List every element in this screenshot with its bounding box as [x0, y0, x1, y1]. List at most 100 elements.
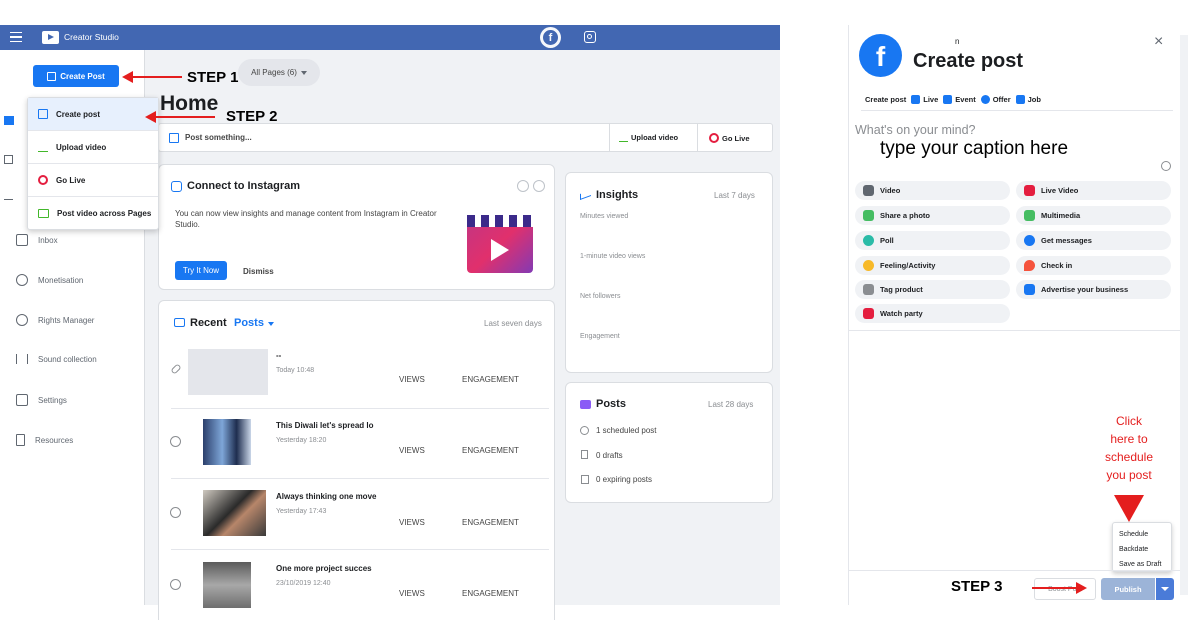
composer-input[interactable]: Post something...	[185, 133, 252, 142]
next-arrow-icon[interactable]	[533, 180, 545, 192]
option-tag-product[interactable]: Tag product	[855, 280, 1010, 299]
close-icon[interactable]: ×	[1154, 33, 1163, 51]
post-text-input[interactable]: What's on your mind?	[855, 123, 976, 137]
tab-create-post[interactable]: Create post	[865, 95, 906, 104]
video-clapper-illustration	[467, 215, 533, 273]
menu-item-crosspost[interactable]: Post video across Pages	[28, 197, 158, 230]
option-get-messages[interactable]: Get messages	[1016, 231, 1171, 250]
sidebar-item-monetisation[interactable]: Monetisation	[16, 274, 83, 286]
upload-video-button[interactable]: Upload video	[619, 133, 678, 142]
globe-icon	[170, 579, 181, 590]
post-title: This Diwali let's spread lo	[276, 421, 374, 430]
scheduled-posts-link[interactable]: 1 scheduled post	[596, 426, 657, 435]
option-share-photo[interactable]: Share a photo	[855, 206, 1010, 225]
post-time: Yesterday 17:43	[276, 508, 327, 515]
schedule-option[interactable]: Schedule	[1119, 527, 1171, 542]
option-feeling-activity[interactable]: Feeling/Activity	[855, 256, 1010, 275]
sidebar-item-settings[interactable]: Settings	[16, 394, 67, 406]
live-icon	[709, 133, 719, 143]
option-live-video[interactable]: Live Video	[1016, 181, 1171, 200]
option-video[interactable]: Video	[855, 181, 1010, 200]
table-row[interactable]: This Diwali let's spread lo Yesterday 18…	[159, 416, 556, 476]
menu-item-create-post[interactable]: Create post	[28, 98, 158, 131]
menu-item-go-live[interactable]: Go Live	[28, 164, 158, 197]
post-title: Always thinking one move	[276, 492, 377, 501]
post-thumbnail	[188, 349, 268, 395]
facebook-tab-icon[interactable]: f	[540, 27, 561, 48]
briefcase-icon	[1015, 95, 1025, 104]
option-advertise[interactable]: Advertise your business	[1016, 280, 1171, 299]
multimedia-icon	[1024, 210, 1035, 221]
sidebar-item-label: Monetisation	[38, 275, 84, 285]
table-row[interactable]: Always thinking one move Yesterday 17:43…	[159, 487, 556, 547]
insights-nav-icon[interactable]	[4, 195, 13, 200]
step1-label: STEP 1	[187, 69, 239, 86]
menu-item-upload-video[interactable]: Upload video	[28, 131, 158, 164]
scrollbar[interactable]	[1180, 35, 1188, 595]
create-post-modal: f n Create post × Create post Live Event…	[848, 25, 1190, 605]
engagement-label: ENGAGEMENT	[462, 446, 519, 455]
poll-icon	[863, 235, 874, 246]
insights-title: Insights	[596, 189, 639, 201]
soundwave-icon	[16, 354, 28, 364]
tab-event[interactable]: Event	[943, 95, 976, 104]
option-multimedia[interactable]: Multimedia	[1016, 206, 1171, 225]
tag-icon	[863, 284, 874, 295]
emoji-icon[interactable]	[1161, 161, 1171, 171]
tab-live[interactable]: Live	[911, 95, 938, 104]
sidebar-item-rights-manager[interactable]: Rights Manager	[16, 314, 94, 326]
edit-icon	[38, 109, 48, 119]
go-live-button[interactable]: Go Live	[709, 133, 750, 143]
instagram-card-title: Connect to Instagram	[187, 180, 301, 192]
tab-offer[interactable]: Offer	[980, 95, 1011, 104]
content-library-icon[interactable]	[4, 155, 13, 164]
home-icon[interactable]	[4, 116, 14, 125]
crosspost-icon	[38, 209, 49, 218]
post-title: --	[276, 351, 282, 360]
previous-arrow-icon[interactable]	[517, 180, 529, 192]
live-badge-icon	[1024, 185, 1035, 196]
table-row[interactable]: -- Today 10:48 VIEWS ENGAGEMENT	[159, 346, 556, 406]
create-post-label: Create Post	[60, 71, 105, 81]
photo-icon	[863, 210, 874, 221]
option-poll[interactable]: Poll	[855, 231, 1010, 250]
option-label: Feeling/Activity	[880, 261, 936, 270]
try-it-now-button[interactable]: Try It Now	[175, 261, 227, 280]
table-row[interactable]: One more project succes 23/10/2019 12:40…	[159, 559, 556, 619]
expiring-posts-link[interactable]: 0 expiring posts	[596, 475, 652, 484]
option-check-in[interactable]: Check in	[1016, 256, 1171, 275]
location-pin-icon	[1024, 260, 1035, 271]
option-label: Share a photo	[880, 211, 931, 220]
pages-selector[interactable]: All Pages (6)	[238, 59, 320, 86]
recent-posts-dropdown[interactable]: Posts	[234, 317, 264, 329]
page-name: n	[955, 37, 960, 46]
create-post-button[interactable]: Create Post	[33, 65, 119, 87]
engagement-label: ENGAGEMENT	[462, 375, 519, 384]
globe-icon	[170, 507, 181, 518]
sidebar-item-label: Resources	[35, 435, 74, 445]
sidebar-item-sound-collection[interactable]: Sound collection	[16, 354, 97, 364]
live-tab-icon	[911, 95, 921, 104]
hamburger-menu-icon[interactable]	[10, 32, 22, 42]
tab-job[interactable]: Job	[1015, 95, 1041, 104]
video-icon	[863, 185, 874, 196]
option-watch-party[interactable]: Watch party	[855, 304, 1010, 323]
instagram-tab-icon[interactable]	[584, 31, 596, 43]
publish-dropdown-button[interactable]	[1156, 578, 1174, 600]
sidebar-item-label: Rights Manager	[38, 315, 95, 325]
post-thumbnail	[203, 419, 251, 465]
messenger-icon	[1024, 235, 1035, 246]
publish-button[interactable]: Publish	[1101, 578, 1155, 600]
create-post-dropdown-menu: Create post Upload video Go Live Post vi…	[27, 97, 159, 230]
sidebar-item-resources[interactable]: Resources	[16, 434, 73, 446]
drafts-link[interactable]: 0 drafts	[596, 451, 623, 460]
metric-label: 1-minute video views	[580, 253, 646, 260]
backdate-option[interactable]: Backdate	[1119, 542, 1171, 557]
posts-card-period: Last 28 days	[708, 400, 754, 409]
dismiss-button[interactable]: Dismiss	[243, 267, 274, 276]
sidebar-item-inbox[interactable]: Inbox	[16, 234, 58, 246]
views-label: VIEWS	[399, 518, 425, 527]
resources-icon	[16, 434, 25, 446]
try-it-now-label: Try It Now	[182, 266, 220, 275]
menu-item-label: Upload video	[56, 142, 107, 152]
